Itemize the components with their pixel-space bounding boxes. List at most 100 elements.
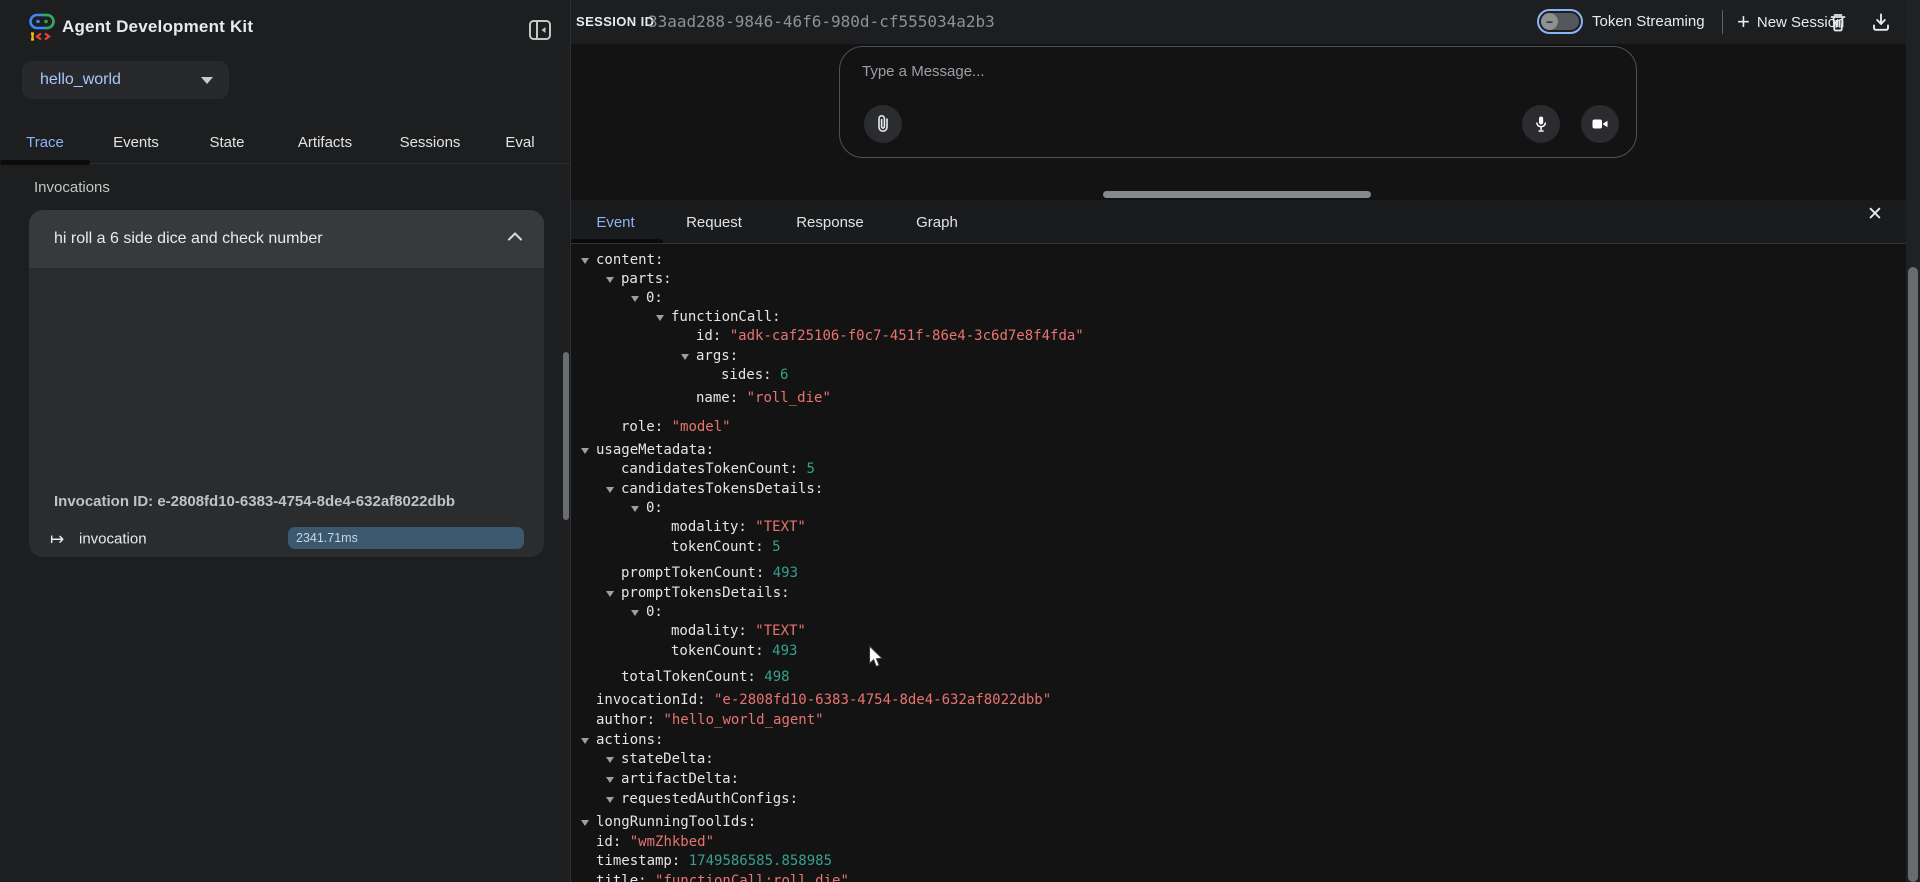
json-value: "wmZhkbed"	[621, 834, 714, 850]
sidebar-tabs: TraceEventsStateArtifactsSessionsEval	[0, 122, 558, 162]
collapse-sidebar-icon[interactable]	[527, 17, 553, 43]
adk-app: Agent Development Kit hello_world TraceE…	[0, 0, 1920, 882]
json-key: artifactDelta:	[621, 771, 739, 787]
attach-file-button[interactable]	[864, 105, 902, 143]
json-key: promptTokensDetails:	[621, 585, 790, 601]
json-value: 493	[764, 565, 798, 581]
invocation-card-header[interactable]: hi roll a 6 side dice and check number	[29, 210, 544, 268]
json-line: title: "functionCall:roll_die"	[571, 872, 1902, 882]
json-value: "roll_die"	[738, 390, 831, 406]
json-key: tokenCount:	[671, 539, 764, 555]
tab-artifacts[interactable]: Artifacts	[272, 122, 378, 162]
json-line[interactable]: candidatesTokensDetails:	[571, 480, 1902, 499]
invocations-heading: Invocations	[34, 179, 110, 196]
json-line: sides: 6	[571, 366, 1902, 385]
json-value: 5	[798, 461, 815, 477]
json-key: sides:	[721, 367, 772, 383]
video-camera-icon	[1590, 114, 1610, 134]
adk-logo-icon	[28, 13, 56, 48]
microphone-button[interactable]	[1522, 105, 1560, 143]
json-key: longRunningToolIds:	[596, 814, 756, 830]
toggle-knob: −	[1541, 13, 1558, 30]
json-line[interactable]: content:	[571, 251, 1902, 270]
tab-graph[interactable]: Graph	[892, 202, 982, 242]
json-value: 5	[764, 539, 781, 555]
json-value: 498	[756, 669, 790, 685]
microphone-icon	[1531, 114, 1551, 134]
json-line[interactable]: 0:	[571, 499, 1902, 518]
caret-down-icon[interactable]	[631, 610, 639, 616]
caret-down-icon[interactable]	[606, 487, 614, 493]
json-line[interactable]: actions:	[571, 731, 1902, 750]
json-line[interactable]: stateDelta:	[571, 750, 1902, 769]
trace-row-invocation[interactable]: ↦invocation2341.71ms	[29, 523, 544, 554]
json-line[interactable]: requestedAuthConfigs:	[571, 790, 1902, 809]
json-key: content:	[596, 252, 663, 268]
video-button[interactable]	[1581, 105, 1619, 143]
json-key: modality:	[671, 623, 747, 639]
tab-sessions[interactable]: Sessions	[378, 122, 482, 162]
caret-down-icon[interactable]	[606, 777, 614, 783]
json-line[interactable]: usageMetadata:	[571, 441, 1902, 460]
sidebar: Agent Development Kit hello_world TraceE…	[0, 0, 570, 882]
json-line[interactable]: longRunningToolIds:	[571, 813, 1902, 832]
json-line[interactable]: 0:	[571, 603, 1902, 622]
json-line[interactable]: artifactDelta:	[571, 770, 1902, 789]
delete-session-button[interactable]	[1825, 9, 1851, 35]
caret-down-icon[interactable]	[606, 757, 614, 763]
chevron-up-icon	[504, 226, 526, 253]
json-key: name:	[696, 390, 738, 406]
caret-down-icon[interactable]	[581, 448, 589, 454]
sidebar-tabs-scrollbar[interactable]	[0, 160, 90, 165]
invocation-id: Invocation ID: e-2808fd10-6383-4754-8de4…	[54, 493, 455, 510]
json-line: id: "wmZhkbed"	[571, 833, 1902, 852]
tab-state[interactable]: State	[182, 122, 272, 162]
arrow-icon: ↦	[50, 530, 64, 547]
detail-tabs: EventRequestResponseGraph	[571, 202, 982, 242]
json-line[interactable]: promptTokensDetails:	[571, 584, 1902, 603]
json-line: candidatesTokenCount: 5	[571, 460, 1902, 479]
agent-selector-value: hello_world	[40, 71, 201, 89]
caret-down-icon[interactable]	[606, 797, 614, 803]
app-title: Agent Development Kit	[62, 17, 253, 37]
export-session-button[interactable]	[1868, 9, 1894, 35]
json-value: 6	[772, 367, 789, 383]
json-key: requestedAuthConfigs:	[621, 791, 798, 807]
token-streaming-toggle[interactable]: −	[1537, 9, 1583, 34]
tab-request[interactable]: Request	[660, 202, 768, 242]
json-value: "adk-caf25106-f0c7-451f-86e4-3c6d7e8f4fd…	[721, 328, 1083, 344]
page-scrollbar-thumb[interactable]	[1908, 267, 1918, 882]
tab-eval[interactable]: Eval	[482, 122, 558, 162]
caret-down-icon[interactable]	[581, 738, 589, 744]
json-line[interactable]: args:	[571, 347, 1902, 366]
caret-down-icon[interactable]	[606, 277, 614, 283]
invocation-prompt: hi roll a 6 side dice and check number	[54, 230, 504, 248]
session-id-value: 33aad288-9846-46f6-980d-cf555034a2b3	[648, 12, 995, 31]
json-key: title:	[596, 873, 647, 882]
caret-down-icon[interactable]	[656, 315, 664, 321]
json-line[interactable]: functionCall:	[571, 308, 1902, 327]
json-line[interactable]: parts:	[571, 270, 1902, 289]
json-line: role: "model"	[571, 418, 1902, 437]
caret-down-icon[interactable]	[581, 820, 589, 826]
caret-down-icon[interactable]	[631, 296, 639, 302]
sidebar-scrollbar[interactable]	[563, 352, 569, 520]
json-key: stateDelta:	[621, 751, 714, 767]
agent-selector[interactable]: hello_world	[22, 61, 229, 99]
json-line[interactable]: 0:	[571, 289, 1902, 308]
caret-down-icon[interactable]	[681, 354, 689, 360]
close-icon[interactable]: ✕	[1862, 201, 1888, 227]
tab-response[interactable]: Response	[768, 202, 892, 242]
caret-down-icon[interactable]	[581, 258, 589, 264]
caret-down-icon[interactable]	[606, 591, 614, 597]
chat-horizontal-scrollbar[interactable]	[1103, 191, 1371, 198]
json-line: tokenCount: 5	[571, 538, 1902, 557]
json-line: modality: "TEXT"	[571, 622, 1902, 641]
tab-event[interactable]: Event	[571, 202, 660, 242]
span-label: invocation	[79, 530, 147, 547]
tab-events[interactable]: Events	[90, 122, 182, 162]
trace-row-agent_run[interactable]: agent_run [hello_world_agent]2341.52ms	[29, 554, 544, 557]
message-input-box[interactable]: Type a Message...	[839, 46, 1637, 158]
caret-down-icon[interactable]	[631, 506, 639, 512]
tab-trace[interactable]: Trace	[0, 122, 90, 162]
